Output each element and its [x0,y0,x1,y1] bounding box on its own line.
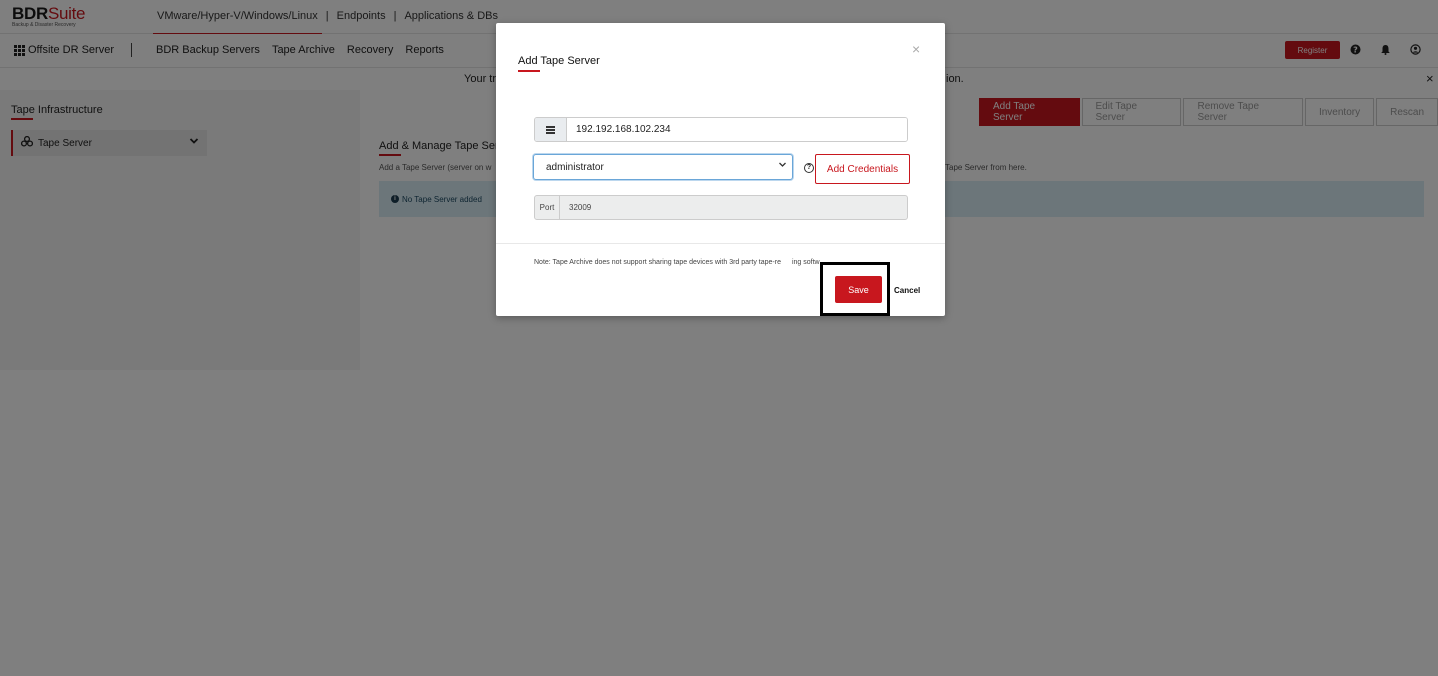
dialog-note: Note: Tape Archive does not support shar… [534,259,820,266]
close-icon[interactable]: × [912,41,920,57]
question-icon[interactable]: ? [804,163,814,173]
host-field-group [534,117,908,142]
dialog-divider [496,243,945,244]
save-highlight-box [820,262,890,316]
add-credentials-button[interactable]: Add Credentials [815,154,910,184]
credentials-select[interactable]: administrator [533,154,793,180]
chevron-down-icon [778,160,787,172]
port-value: 32009 [569,203,592,212]
server-icon [535,118,567,141]
port-label: Port [535,196,560,219]
host-address-input[interactable] [567,118,907,141]
cancel-button[interactable]: Cancel [894,286,920,295]
port-field-group: Port 32009 [534,195,908,220]
credentials-selected-value: administrator [546,161,604,173]
dialog-title: Add Tape Server [518,55,600,72]
